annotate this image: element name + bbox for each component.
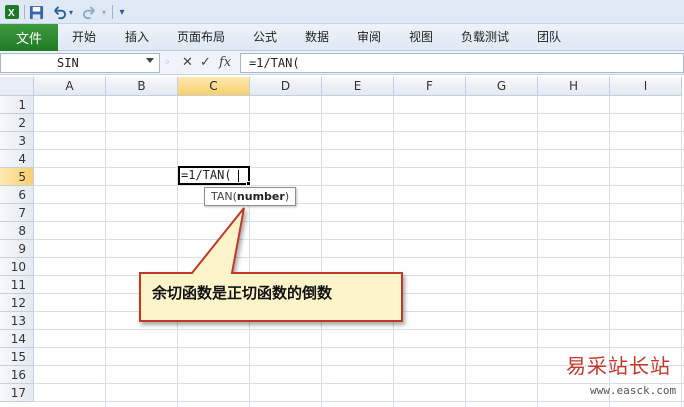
callout-text: 余切函数是正切函数的倒数: [152, 284, 333, 302]
undo-icon[interactable]: [50, 3, 66, 21]
row-header-9[interactable]: 9: [0, 240, 34, 258]
active-cell-text: =1/TAN(: [181, 168, 232, 182]
select-all-corner[interactable]: [0, 77, 34, 96]
customize-toolbar-icon[interactable]: ▾: [116, 3, 128, 21]
excel-logo-icon: X: [4, 3, 20, 21]
tab-review[interactable]: 审阅: [357, 24, 381, 51]
row-header-17[interactable]: 17: [0, 384, 34, 402]
column-header-b[interactable]: B: [106, 77, 178, 96]
tab-insert[interactable]: 插入: [125, 24, 149, 51]
svg-text:X: X: [8, 8, 15, 19]
column-header-e[interactable]: E: [322, 77, 394, 96]
tab-team[interactable]: 团队: [537, 24, 561, 51]
row-header-3[interactable]: 3: [0, 132, 34, 150]
tab-data[interactable]: 数据: [305, 24, 329, 51]
row-header-4[interactable]: 4: [0, 150, 34, 168]
toolbar-divider: [112, 5, 113, 19]
tab-page-layout[interactable]: 页面布局: [177, 24, 225, 51]
redo-dropdown-icon[interactable]: ▾: [100, 3, 108, 21]
undo-dropdown-icon[interactable]: ▾: [67, 3, 75, 21]
fill-handle[interactable]: [246, 181, 251, 186]
save-icon[interactable]: [28, 3, 44, 21]
column-header-g[interactable]: G: [466, 77, 538, 96]
name-box-dropdown-icon[interactable]: [146, 58, 154, 63]
insert-function-icon[interactable]: fx: [219, 54, 231, 72]
file-tab[interactable]: 文件: [0, 24, 58, 51]
redo-icon[interactable]: [82, 3, 98, 21]
cancel-icon[interactable]: ✕: [182, 54, 193, 72]
watermark-url: www.easck.com: [590, 384, 677, 397]
function-argument-tooltip[interactable]: TAN(number): [204, 187, 297, 206]
enter-icon[interactable]: ✓: [200, 54, 211, 72]
row-header-8[interactable]: 8: [0, 222, 34, 240]
tab-view[interactable]: 视图: [409, 24, 433, 51]
tooltip-function-name: TAN(: [211, 190, 237, 203]
tooltip-argument[interactable]: number: [237, 190, 285, 203]
column-header-d[interactable]: D: [250, 77, 322, 96]
tab-load-test[interactable]: 负载测试: [461, 24, 509, 51]
row-header-15[interactable]: 15: [0, 348, 34, 366]
row-header-14[interactable]: 14: [0, 330, 34, 348]
column-header-c[interactable]: C: [178, 77, 250, 96]
row-header-2[interactable]: 2: [0, 114, 34, 132]
column-header-h[interactable]: H: [538, 77, 610, 96]
name-box[interactable]: SIN: [0, 53, 160, 73]
tooltip-close-paren: ): [284, 190, 290, 203]
row-header-12[interactable]: 12: [0, 294, 34, 312]
column-header-f[interactable]: F: [394, 77, 466, 96]
row-header-1[interactable]: 1: [0, 96, 34, 114]
row-header-6[interactable]: 6: [0, 186, 34, 204]
watermark-title: 易采站长站: [566, 354, 671, 378]
ribbon-tabs: 文件 开始 插入 页面布局 公式 数据 审阅 视图 负载测试 团队: [0, 24, 684, 51]
toolbar-divider: [24, 5, 25, 19]
column-header-a[interactable]: A: [34, 77, 106, 96]
text-cursor: [238, 170, 239, 182]
formula-bar-resize-icon[interactable]: ◦: [164, 54, 171, 72]
column-header-i[interactable]: I: [610, 77, 682, 96]
row-header-5[interactable]: 5: [0, 168, 34, 186]
row-header-10[interactable]: 10: [0, 258, 34, 276]
row-header-16[interactable]: 16: [0, 366, 34, 384]
tab-home[interactable]: 开始: [72, 24, 96, 51]
row-header-13[interactable]: 13: [0, 312, 34, 330]
row-header-11[interactable]: 11: [0, 276, 34, 294]
tab-formulas[interactable]: 公式: [253, 24, 277, 51]
quick-access-toolbar: X ▾ ▾ ▾: [0, 0, 684, 24]
active-cell[interactable]: =1/TAN(: [178, 166, 250, 185]
row-header-7[interactable]: 7: [0, 204, 34, 222]
formula-bar: SIN ◦ ✕ ✓ fx =1/TAN(: [0, 51, 684, 75]
formula-input[interactable]: =1/TAN(: [240, 53, 684, 73]
